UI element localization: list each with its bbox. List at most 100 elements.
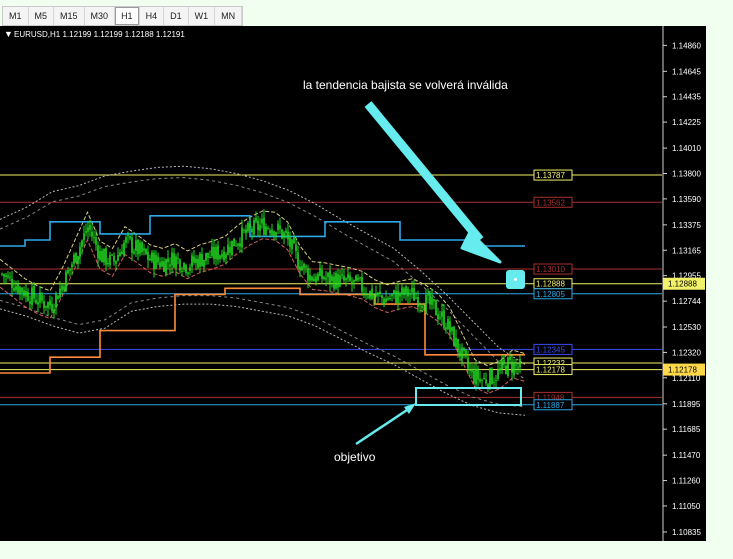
candle-body (21, 287, 23, 293)
y-tick-label: 1.13590 (672, 195, 701, 204)
price-line-label: 1.12805 (536, 290, 565, 299)
candle-body (399, 292, 401, 297)
candle-body (273, 231, 275, 236)
timeframe-button-m1[interactable]: M1 (3, 7, 29, 25)
candle-body (517, 367, 519, 369)
candle-body (41, 294, 43, 301)
candle-body (407, 288, 409, 297)
candle-body (335, 273, 337, 289)
candle-body (27, 291, 29, 301)
candle-body (267, 227, 269, 229)
candle-body (197, 258, 199, 268)
candle-body (519, 359, 521, 368)
candle-body (341, 274, 343, 276)
price-line-label: 1.13787 (536, 171, 565, 180)
candle-body (39, 292, 41, 303)
candle-body (443, 310, 445, 328)
timeframe-button-w1[interactable]: W1 (189, 7, 216, 25)
candle-body (201, 253, 203, 267)
timeframe-button-m5[interactable]: M5 (29, 7, 55, 25)
candle-body (251, 228, 253, 233)
chart-header-arrow-icon[interactable]: ▼ (4, 29, 13, 39)
candle-body (457, 338, 459, 353)
candle-body (111, 254, 113, 256)
candle-body (139, 242, 141, 254)
candle-body (161, 261, 163, 267)
candle-body (51, 304, 53, 312)
chart-window[interactable]: 1.13787 1.13562 1.13010 1.12888 1.12805 1.123… (0, 26, 706, 541)
candle-body (477, 368, 479, 380)
candle-body (23, 290, 25, 297)
candle-body (489, 368, 491, 389)
candle-body (79, 246, 81, 257)
candle-body (463, 347, 465, 352)
candle-body (187, 272, 189, 274)
timeframe-button-m15[interactable]: M15 (54, 7, 85, 25)
candle-body (155, 255, 157, 269)
timeframe-buttons: M1 M5 M15 M30 H1 H4 D1 W1 MN (2, 6, 244, 26)
candle-body (283, 232, 285, 238)
candle-body (119, 252, 121, 257)
y-tick-label: 1.11895 (672, 400, 701, 409)
candle-body (435, 300, 437, 316)
candle-body (247, 222, 249, 232)
candle-body (165, 259, 167, 274)
candle-body (315, 276, 317, 283)
y-tick-label: 1.14645 (672, 67, 701, 76)
timeframe-button-h1[interactable]: H1 (115, 7, 140, 25)
timeframe-button-d1[interactable]: D1 (164, 7, 189, 25)
candle-body (175, 256, 177, 269)
candle-body (325, 277, 327, 280)
candle-body (333, 276, 335, 289)
price-line-label: 1.12888 (536, 280, 565, 289)
candle-body (387, 298, 389, 300)
candle-body (297, 252, 299, 269)
y-tick-label: 1.12530 (672, 323, 701, 332)
candle-body (231, 240, 233, 256)
candle-body (133, 251, 135, 254)
candle-body (261, 219, 263, 224)
candle-body (87, 227, 89, 232)
candle-body (31, 287, 33, 305)
candle-body (151, 252, 153, 262)
timeframe-button-h4[interactable]: H4 (140, 7, 165, 25)
timeframe-button-m30[interactable]: M30 (85, 7, 116, 25)
candle-body (321, 269, 323, 279)
candle-body (499, 368, 501, 371)
candle-body (101, 250, 103, 263)
candle-body (129, 235, 131, 239)
candle-body (471, 370, 473, 373)
candle-body (307, 268, 309, 281)
timeframe-button-mn[interactable]: MN (215, 7, 243, 25)
candle-body (89, 225, 91, 230)
candle-body (331, 275, 333, 282)
candle-body (431, 297, 433, 305)
candle-body (19, 287, 21, 294)
candle-body (9, 276, 11, 278)
candle-body (433, 299, 435, 302)
candle-body (99, 251, 101, 260)
candle-body (311, 276, 313, 281)
candle-body (461, 347, 463, 359)
candle-body (123, 242, 125, 256)
candle-body (481, 380, 483, 382)
candle-body (295, 244, 297, 252)
candle-body (353, 279, 355, 282)
candle-body (473, 370, 475, 383)
candle-body (455, 337, 457, 348)
price-chart[interactable]: 1.137871.135621.130101.128881.128051.123… (0, 26, 706, 541)
candle-body (215, 246, 217, 260)
candle-body (513, 363, 515, 376)
candle-body (61, 285, 63, 291)
candle-body (303, 263, 305, 268)
candle-body (281, 229, 283, 239)
candle-body (269, 230, 271, 234)
candle-body (293, 237, 295, 244)
candle-body (11, 278, 13, 288)
candle-body (493, 381, 495, 383)
candle-body (97, 245, 99, 259)
candle-body (417, 297, 419, 308)
candle-body (317, 273, 319, 281)
candle-body (203, 259, 205, 268)
candle-body (491, 369, 493, 385)
